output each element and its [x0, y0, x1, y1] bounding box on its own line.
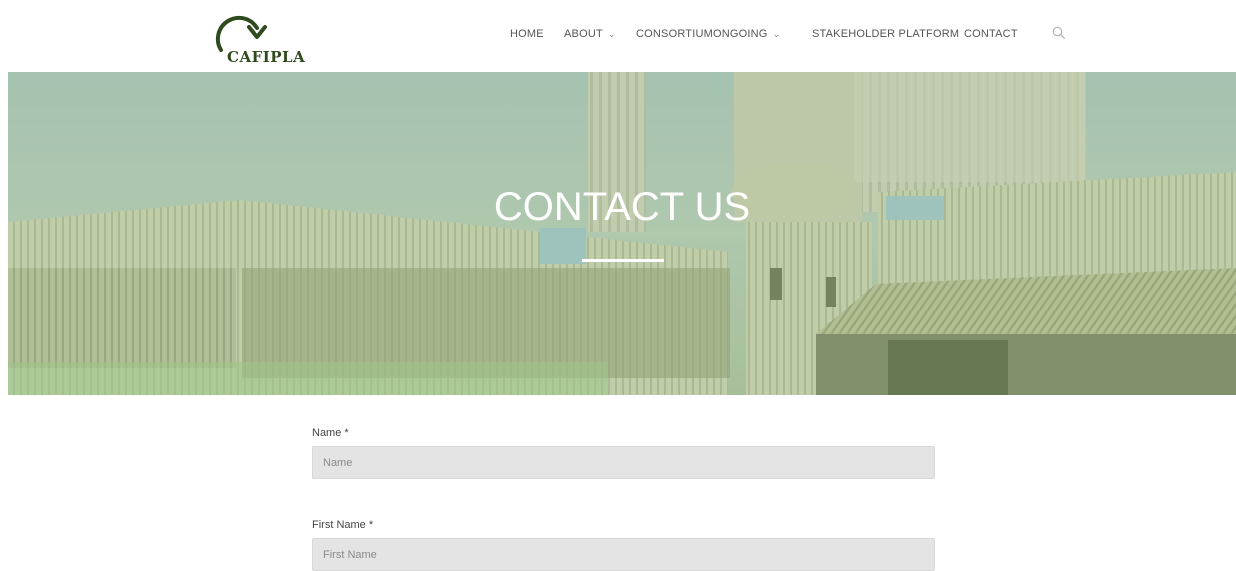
nav-item-stakeholder-platform[interactable]: STAKEHOLDER PLATFORM: [812, 28, 959, 40]
nav-item-about[interactable]: ABOUT ⌄: [564, 28, 616, 40]
nav-item-label: ONGOING: [713, 28, 768, 40]
nav-item-label: ABOUT: [564, 28, 603, 40]
logo[interactable]: CAFIPLA: [209, 10, 309, 66]
nav-item-contact[interactable]: CONTACT: [964, 28, 1018, 40]
chevron-down-icon: ⌄: [607, 29, 616, 39]
nav-item-home[interactable]: HOME: [510, 28, 544, 40]
search-button[interactable]: [1052, 26, 1066, 40]
page-title: CONTACT US: [493, 185, 751, 229]
name-label: Name *: [312, 427, 349, 439]
hero-banner: CONTACT US: [8, 72, 1236, 395]
hero-background-image: [8, 72, 1236, 395]
nav-item-label: STAKEHOLDER PLATFORM: [812, 28, 960, 40]
first-name-input[interactable]: [312, 538, 935, 571]
nav-item-label: HOME: [510, 28, 544, 40]
name-input[interactable]: [312, 446, 935, 479]
chevron-down-icon: ⌄: [772, 29, 781, 39]
first-name-label: First Name *: [312, 519, 374, 531]
search-icon: [1052, 26, 1066, 40]
nav-item-consortium[interactable]: CONSORTIUM: [636, 28, 713, 40]
logo-text: CAFIPLA: [227, 48, 306, 66]
site-header: CAFIPLA HOME ABOUT ⌄ CONSORTIUM ONGOING ⌄ …: [0, 0, 1236, 72]
title-divider: [582, 259, 664, 262]
nav-item-label: CONSORTIUM: [636, 28, 713, 40]
nav-item-ongoing[interactable]: ONGOING ⌄: [713, 28, 780, 40]
nav-item-label: CONTACT: [964, 28, 1018, 40]
